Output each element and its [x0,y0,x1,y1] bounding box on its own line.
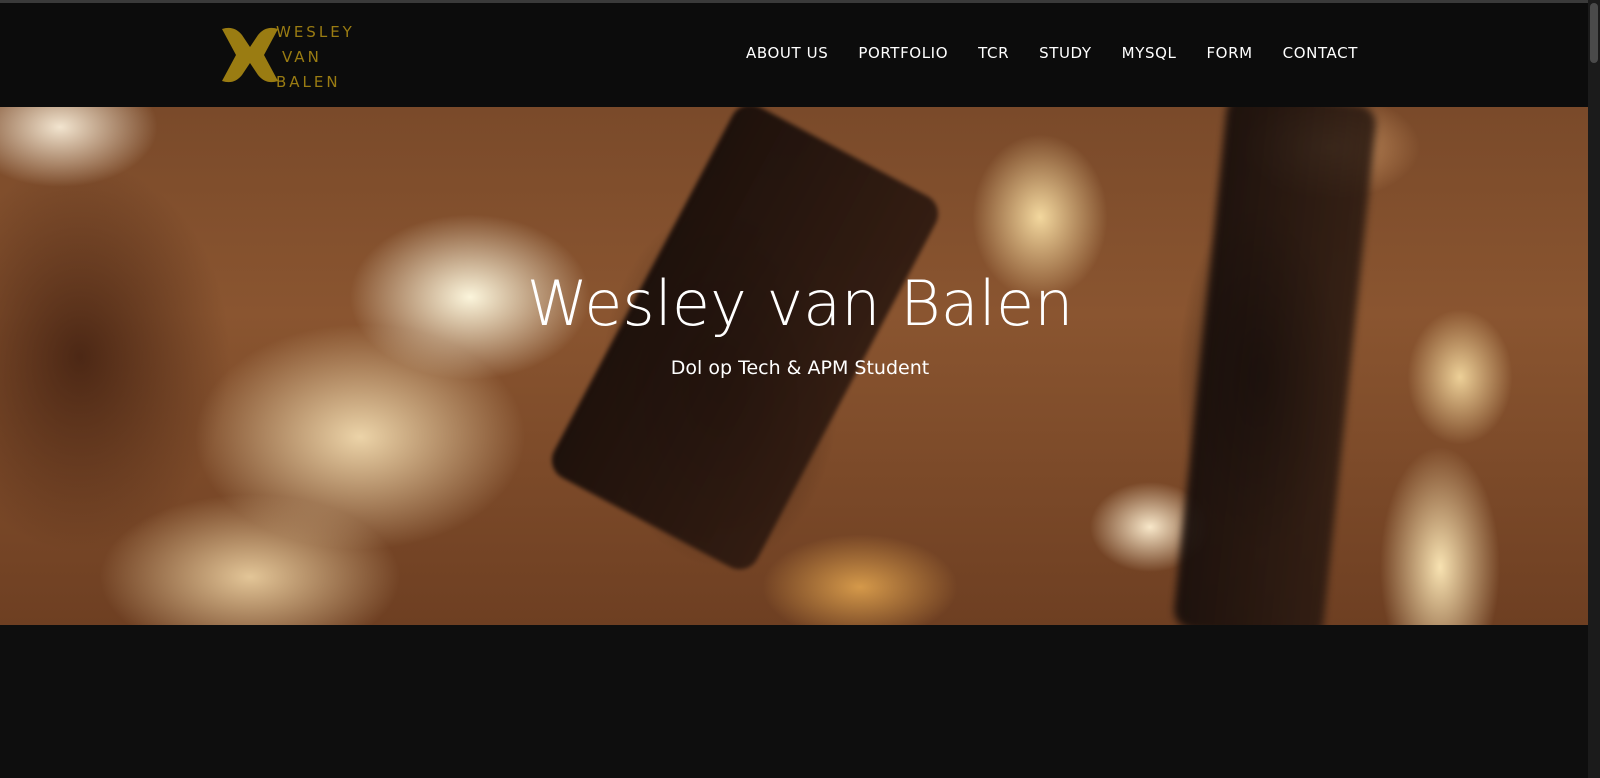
logo-line-3: BALEN [276,73,341,91]
site-logo: WESLEY VAN BALEN [222,23,355,91]
nav-item-tcr: TCR [978,43,1009,62]
nav-link-tcr[interactable]: TCR [978,44,1009,62]
nav-item-about-us: ABOUT US [746,43,828,62]
hero-subtitle: Dol op Tech & APM Student [670,357,930,379]
site-logo-link[interactable]: WESLEY VAN BALEN [220,21,400,93]
nav-item-study: STUDY [1039,43,1092,62]
nav-link-form[interactable]: FORM [1206,44,1252,62]
nav-item-mysql: MYSQL [1122,43,1177,62]
scrollbar-thumb[interactable] [1590,3,1598,63]
page-scrollbar[interactable] [1588,0,1600,778]
nav-item-form: FORM [1206,43,1252,62]
hero-title: Wesley van Balen [526,267,1074,340]
nav-link-mysql[interactable]: MYSQL [1122,44,1177,62]
nav-link-portfolio[interactable]: PORTFOLIO [858,44,948,62]
hero-background-log [544,107,946,577]
hero-banner: Wesley van Balen Dol op Tech & APM Stude… [0,107,1588,625]
navbar: WESLEY VAN BALEN ABOUT US PORTFOLIO TCR … [0,3,1588,107]
nav-link-about-us[interactable]: ABOUT US [746,44,828,62]
nav-link-contact[interactable]: CONTACT [1283,44,1358,62]
nav-link-study[interactable]: STUDY [1039,44,1092,62]
nav-item-portfolio: PORTFOLIO [858,43,948,62]
logo-line-1: WESLEY [276,23,355,41]
page: WESLEY VAN BALEN ABOUT US PORTFOLIO TCR … [0,0,1600,778]
nav-item-contact: CONTACT [1283,43,1358,62]
logo-line-2: VAN [282,48,322,66]
main-nav: ABOUT US PORTFOLIO TCR STUDY MYSQL FORM … [746,43,1358,62]
